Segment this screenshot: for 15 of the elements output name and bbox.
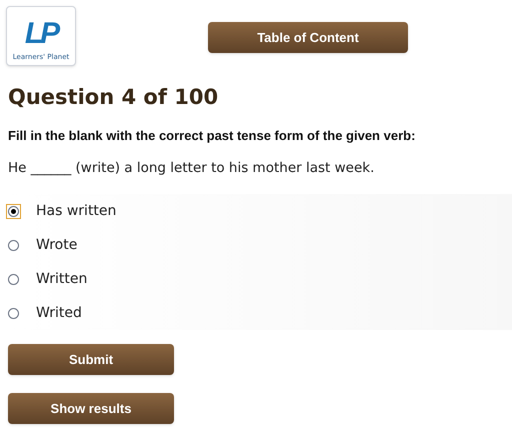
option-label: Has written xyxy=(36,202,116,220)
instruction-text: Fill in the blank with the correct past tense form of the given verb: xyxy=(8,127,416,146)
option-label: Writed xyxy=(36,304,82,322)
show-results-button[interactable]: Show results xyxy=(8,393,174,424)
question-sentence: He ______ (write) a long letter to his mother last week. xyxy=(8,158,376,178)
table-of-content-button[interactable]: Table of Content xyxy=(208,22,408,53)
radio-button[interactable] xyxy=(6,272,21,286)
option-label: Written xyxy=(36,270,88,288)
question-heading: Question 4 of 100 xyxy=(8,84,220,110)
option-label: Wrote xyxy=(36,236,78,254)
radio-button[interactable] xyxy=(6,238,21,252)
submit-button[interactable]: Submit xyxy=(8,344,174,375)
radio-button[interactable] xyxy=(6,306,21,320)
radio-button[interactable] xyxy=(6,204,21,218)
logo-mark: LP xyxy=(24,18,58,48)
